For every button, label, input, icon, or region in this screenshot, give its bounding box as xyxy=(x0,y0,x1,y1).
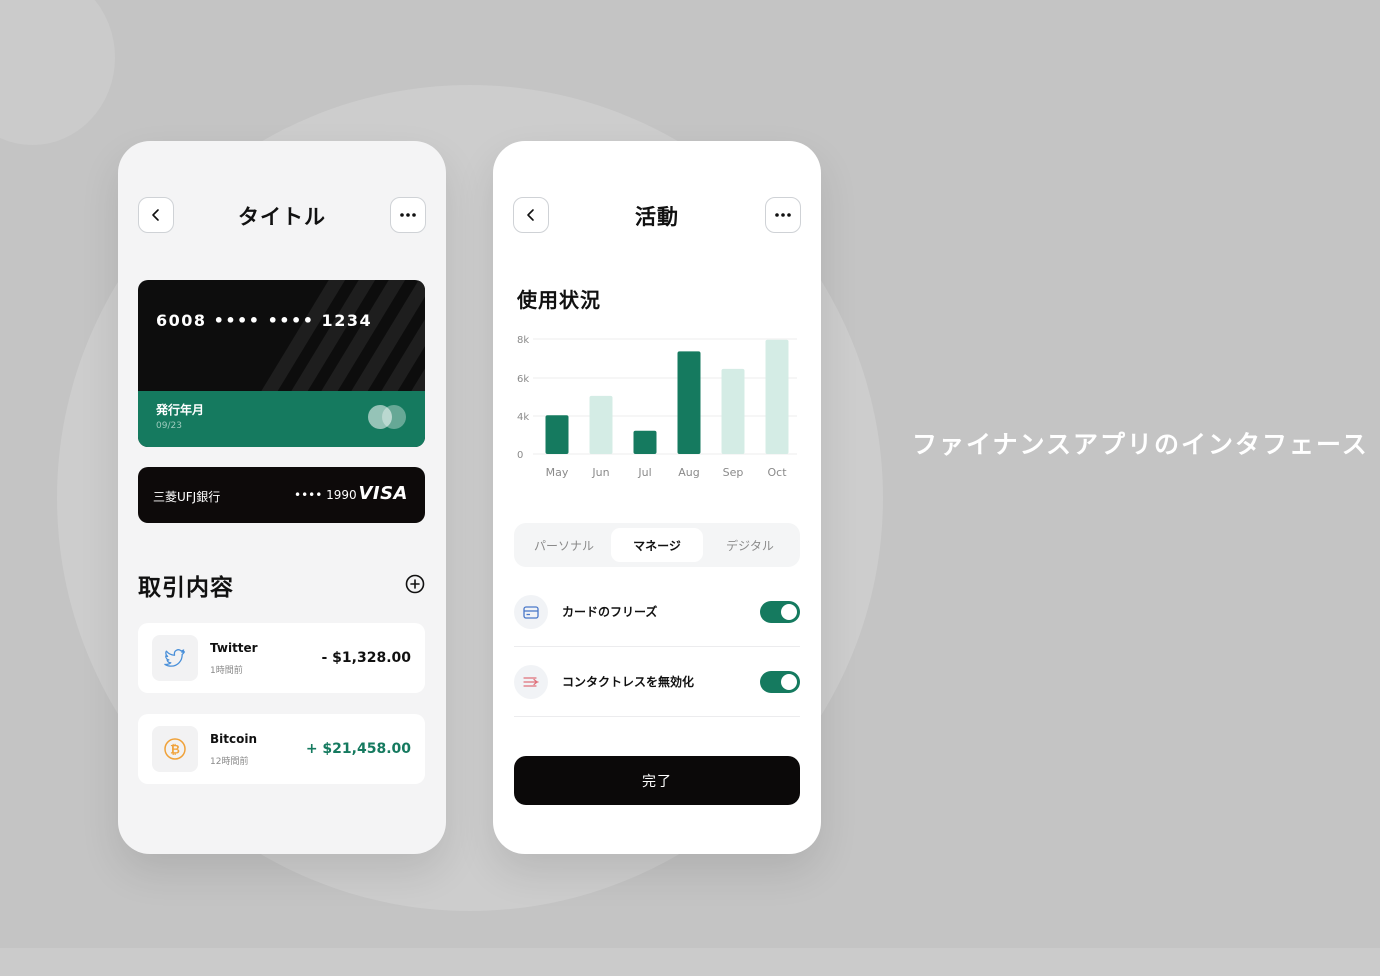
x-tick-label: May xyxy=(546,466,569,479)
background-strip xyxy=(0,948,1380,976)
bar-jul[interactable] xyxy=(633,430,657,454)
credit-card-secondary[interactable]: 三菱UFJ銀行 •••• 1990 VISA xyxy=(138,467,425,523)
transactions-title: 取引内容 xyxy=(138,575,234,601)
tab-personal[interactable]: パーソナル xyxy=(518,528,610,562)
category-tabs: パーソナル マネージ デジタル xyxy=(514,523,800,567)
bar-may[interactable] xyxy=(545,415,569,454)
twitter-icon xyxy=(152,635,198,681)
plus-circle-icon xyxy=(405,574,425,594)
svg-text:₿: ₿ xyxy=(170,743,180,757)
transaction-time: 1時間前 xyxy=(210,666,243,676)
phone-screen-activity: 活動 使用状況 0 4k 6k 8k May Jun Jul Aug Sep Oct パーソナル … xyxy=(493,141,821,854)
x-tick-label: Jun xyxy=(591,466,609,479)
x-tick-label: Jul xyxy=(637,466,651,479)
card-expiry-date: 09/23 xyxy=(156,421,182,431)
transaction-row[interactable]: Twitter 1時間前 - $1,328.00 xyxy=(138,623,425,693)
x-tick-label: Aug xyxy=(678,466,699,479)
transfer-arrows-icon xyxy=(514,665,548,699)
usage-bar-chart: 0 4k 6k 8k May Jun Jul Aug Sep Oct xyxy=(517,335,797,479)
y-tick-label: 8k xyxy=(517,335,529,346)
card-expiry-label: 発行年月 xyxy=(156,403,205,417)
card-pattern xyxy=(261,280,425,391)
usage-chart: 0 4k 6k 8k May Jun Jul Aug Sep Oct xyxy=(493,326,821,486)
transaction-name: Bitcoin xyxy=(210,732,258,746)
bank-name: 三菱UFJ銀行 xyxy=(153,490,221,504)
more-horizontal-icon xyxy=(400,213,416,217)
setting-freeze-card: カードのフリーズ xyxy=(514,577,800,647)
transaction-name: Twitter xyxy=(210,641,258,655)
freeze-card-toggle[interactable] xyxy=(760,601,800,623)
tab-manage[interactable]: マネージ xyxy=(611,528,703,562)
setting-disable-contactless: コンタクトレスを無効化 xyxy=(514,647,800,717)
visa-logo: VISA xyxy=(358,483,408,504)
credit-card-primary[interactable]: 6008 •••• •••• 1234 発行年月 09/23 xyxy=(138,280,425,447)
more-button[interactable] xyxy=(390,197,426,233)
transaction-row[interactable]: ₿ Bitcoin 12時間前 + $21,458.00 xyxy=(138,714,425,784)
y-tick-label: 6k xyxy=(517,374,529,385)
card-icon xyxy=(514,595,548,629)
bitcoin-icon: ₿ xyxy=(152,726,198,772)
bar-aug[interactable] xyxy=(677,351,701,454)
more-horizontal-icon xyxy=(775,213,791,217)
usage-title: 使用状況 xyxy=(517,288,601,312)
setting-label: コンタクトレスを無効化 xyxy=(562,675,695,689)
done-button[interactable]: 完了 xyxy=(514,756,800,805)
transaction-amount: - $1,328.00 xyxy=(321,650,411,666)
bar-sep[interactable] xyxy=(721,368,745,454)
add-transaction-button[interactable] xyxy=(405,574,425,594)
card-number: 6008 •••• •••• 1234 xyxy=(156,311,373,330)
x-tick-label: Sep xyxy=(723,466,744,479)
card-footer: 発行年月 09/23 xyxy=(138,391,425,447)
phone-screen-wallet: タイトル 6008 •••• •••• 1234 発行年月 09/23 三菱UF… xyxy=(118,141,446,854)
card-last-digits: •••• 1990 xyxy=(294,488,357,502)
contactless-toggle[interactable] xyxy=(760,671,800,693)
bar-oct[interactable] xyxy=(765,339,789,454)
transaction-amount: + $21,458.00 xyxy=(305,741,411,757)
setting-label: カードのフリーズ xyxy=(562,605,658,619)
y-tick-label: 0 xyxy=(517,450,523,461)
y-tick-label: 4k xyxy=(517,412,529,423)
transaction-time: 12時間前 xyxy=(210,757,249,767)
x-tick-label: Oct xyxy=(767,466,787,479)
headline: ファイナンスアプリのインタフェース xyxy=(912,430,1369,459)
background-circle-small xyxy=(0,0,115,145)
bar-jun[interactable] xyxy=(589,395,613,454)
more-button[interactable] xyxy=(765,197,801,233)
tab-digital[interactable]: デジタル xyxy=(704,528,796,562)
mastercard-circles-icon xyxy=(368,405,408,429)
